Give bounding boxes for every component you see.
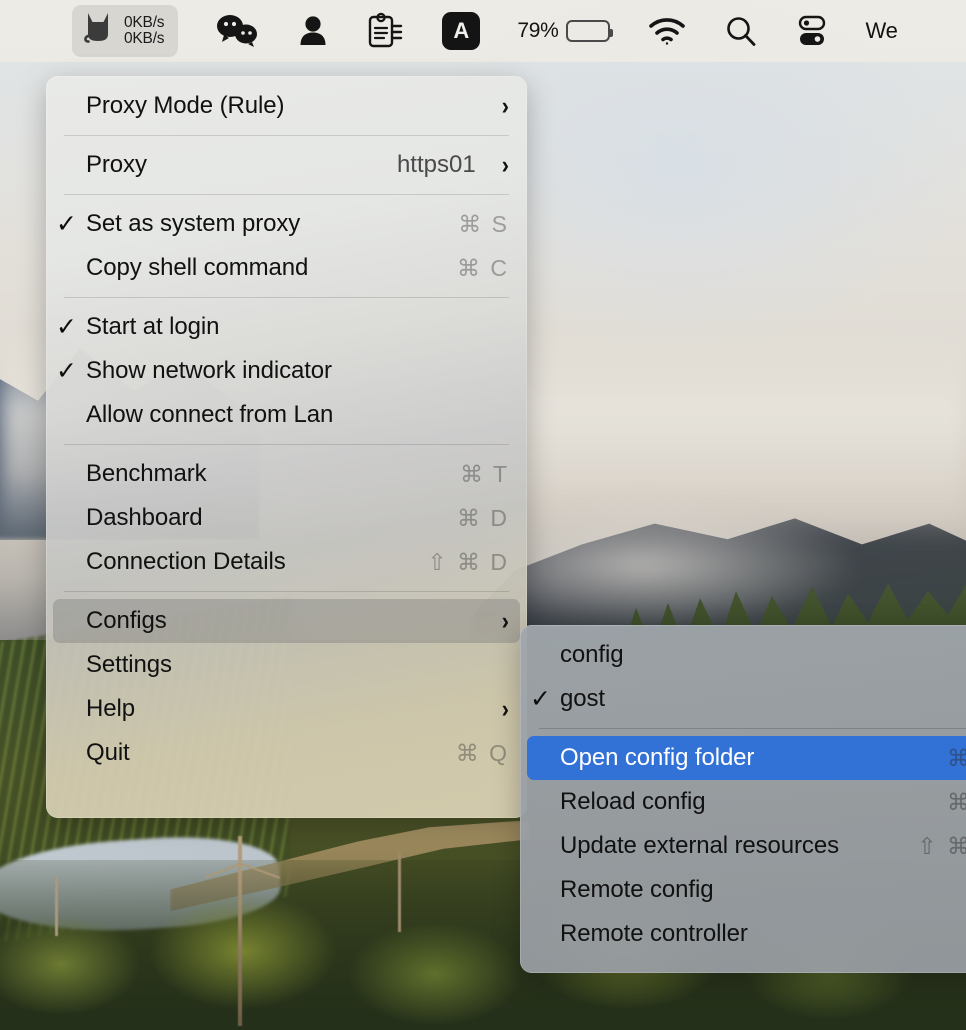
- download-speed: 0KB/s: [124, 30, 165, 47]
- checkmark-icon: ✓: [56, 313, 77, 341]
- submenu-item-gost[interactable]: ✓ gost: [527, 677, 966, 721]
- menu-item-dashboard[interactable]: Dashboard ⌘ D: [53, 496, 520, 540]
- submenu-item-reload-config[interactable]: Reload config ⌘: [527, 780, 966, 824]
- submenu-item-open-config-folder[interactable]: Open config folder ⌘: [527, 736, 966, 780]
- menu-item-help[interactable]: Help ›: [53, 687, 520, 731]
- menu-item-shortcut: ⌘: [947, 788, 966, 815]
- wallpaper-utility-pole: [398, 852, 401, 932]
- macos-menu-bar: 0KB/s 0KB/s A 79% We: [0, 0, 966, 62]
- menu-item-label: Reload config: [560, 788, 706, 815]
- menu-item-label: Open config folder: [560, 744, 755, 771]
- clashx-main-menu: Proxy Mode (Rule) › Proxy https01 › ✓ Set as s…: [46, 76, 527, 818]
- menu-separator: [64, 297, 509, 298]
- cat-icon: [83, 10, 113, 52]
- menu-item-label: Allow connect from Lan: [86, 401, 334, 428]
- chevron-right-icon: ›: [501, 606, 509, 635]
- battery-percentage: 79%: [517, 19, 559, 42]
- submenu-item-remote-config[interactable]: Remote config: [527, 868, 966, 912]
- chevron-right-icon: ›: [501, 694, 509, 723]
- menu-item-shortcut: ⌘ Q: [455, 739, 509, 766]
- menu-item-value: https01: [396, 151, 476, 178]
- configs-submenu: config ✓ gost Open config folder ⌘ Reload con…: [520, 625, 966, 973]
- menu-item-label: Remote controller: [560, 920, 748, 947]
- menu-bar-clock[interactable]: We: [866, 18, 898, 44]
- battery-icon: [565, 20, 613, 42]
- menu-item-benchmark[interactable]: Benchmark ⌘ T: [53, 452, 520, 496]
- menu-separator: [539, 728, 966, 729]
- battery-nub: [609, 29, 613, 37]
- submenu-item-remote-controller[interactable]: Remote controller: [527, 912, 966, 956]
- menu-separator: [64, 135, 509, 136]
- clashx-status-item[interactable]: 0KB/s 0KB/s: [72, 5, 179, 57]
- menu-item-label: Update external resources: [560, 832, 839, 859]
- menu-item-label: Set as system proxy: [86, 210, 301, 237]
- menu-item-label: Show network indicator: [86, 357, 332, 384]
- menu-item-proxy-mode[interactable]: Proxy Mode (Rule) ›: [53, 84, 520, 128]
- input-method-icon[interactable]: A: [442, 12, 481, 50]
- menu-item-label: Dashboard: [86, 504, 203, 531]
- checkmark-icon: ✓: [530, 685, 551, 713]
- search-icon[interactable]: [724, 14, 758, 48]
- menu-item-label: Configs: [86, 607, 167, 634]
- menu-item-shortcut: ⇧ ⌘ D: [427, 548, 509, 575]
- menu-item-shortcut: ⇧ ⌘: [917, 832, 966, 859]
- menu-item-label: Proxy: [86, 151, 147, 178]
- wifi-icon[interactable]: [647, 15, 687, 47]
- menu-item-label: Start at login: [86, 313, 220, 340]
- menu-item-start-at-login[interactable]: ✓ Start at login: [53, 305, 520, 349]
- menu-item-configs[interactable]: Configs ›: [53, 599, 520, 643]
- menu-item-proxy[interactable]: Proxy https01 ›: [53, 143, 520, 187]
- upload-speed: 0KB/s: [124, 13, 165, 31]
- battery-status[interactable]: 79%: [517, 19, 613, 43]
- wallpaper-utility-pole-2: [55, 876, 58, 936]
- menu-item-shortcut: ⌘ D: [457, 504, 509, 531]
- menu-item-label: gost: [560, 685, 605, 712]
- menu-separator: [64, 591, 509, 592]
- user-account-icon[interactable]: [298, 14, 328, 48]
- checkmark-icon: ✓: [56, 357, 77, 385]
- menu-item-show-network-indicator[interactable]: ✓ Show network indicator: [53, 349, 520, 393]
- menu-item-settings[interactable]: Settings: [53, 643, 520, 687]
- menu-item-label: Proxy Mode (Rule): [86, 92, 285, 119]
- chevron-right-icon: ›: [501, 150, 509, 179]
- submenu-item-update-external-resources[interactable]: Update external resources ⇧ ⌘: [527, 824, 966, 868]
- menu-item-label: Help: [86, 695, 135, 722]
- menu-item-label: Quit: [86, 739, 130, 766]
- menu-item-copy-shell-command[interactable]: Copy shell command ⌘ C: [53, 246, 520, 290]
- menu-item-label: Benchmark: [86, 460, 207, 487]
- menu-item-shortcut: ⌘: [947, 744, 966, 771]
- submenu-item-config[interactable]: config: [527, 633, 966, 677]
- menu-item-label: Copy shell command: [86, 254, 309, 281]
- chevron-right-icon: ›: [501, 91, 509, 120]
- menu-separator: [64, 194, 509, 195]
- menu-item-shortcut: ⌘ S: [458, 210, 509, 237]
- network-speed-readout: 0KB/s 0KB/s: [124, 13, 165, 48]
- menu-item-set-as-system-proxy[interactable]: ✓ Set as system proxy ⌘ S: [53, 202, 520, 246]
- menu-item-quit[interactable]: Quit ⌘ Q: [53, 731, 520, 775]
- menu-item-allow-connect-from-lan[interactable]: Allow connect from Lan: [53, 393, 520, 437]
- menu-separator: [64, 444, 509, 445]
- wallpaper-bare-tree: [238, 836, 242, 1026]
- menu-item-connection-details[interactable]: Connection Details ⇧ ⌘ D: [53, 540, 520, 584]
- menu-item-label: Settings: [86, 651, 172, 678]
- wechat-icon[interactable]: [215, 13, 261, 49]
- control-center-icon[interactable]: [795, 14, 829, 48]
- checkmark-icon: ✓: [56, 210, 77, 238]
- menu-item-label: config: [560, 641, 624, 668]
- menu-item-label: Remote config: [560, 876, 714, 903]
- clipboard-icon[interactable]: [365, 12, 405, 50]
- menu-item-label: Connection Details: [86, 548, 286, 575]
- menu-item-shortcut: ⌘ T: [459, 460, 509, 487]
- menu-item-shortcut: ⌘ C: [457, 254, 509, 281]
